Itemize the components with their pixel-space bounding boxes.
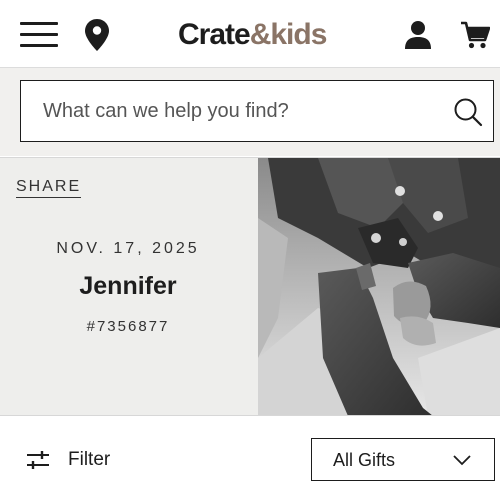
search-icon[interactable] — [453, 97, 483, 127]
filter-label: Filter — [68, 449, 111, 470]
site-logo[interactable]: Crate&kids — [178, 17, 328, 53]
hamburger-menu-icon[interactable] — [20, 22, 58, 48]
filter-button[interactable]: Filter — [26, 446, 110, 474]
user-icon[interactable] — [404, 20, 432, 50]
registry-photo — [258, 158, 500, 416]
registry-banner: SHARE NOV. 17, 2025 Jennifer #7356877 — [0, 157, 500, 416]
shopping-cart-icon[interactable] — [460, 20, 490, 50]
select-value: All Gifts — [333, 450, 396, 470]
filter-bar: Filter All Gifts — [0, 415, 500, 500]
registrant-name: Jennifer — [79, 272, 177, 300]
sliders-icon — [27, 451, 49, 469]
registry-number: #7356877 — [86, 318, 170, 335]
chevron-down-icon — [453, 455, 471, 466]
search-box — [20, 80, 494, 142]
gift-category-select[interactable]: All Gifts — [311, 438, 495, 481]
search-section — [0, 68, 500, 156]
map-pin-icon[interactable] — [84, 18, 110, 52]
search-input[interactable] — [21, 81, 441, 141]
site-header: Crate&kids — [0, 0, 500, 68]
logo-text-crate: Crate — [178, 18, 251, 51]
registry-date: NOV. 17, 2025 — [56, 240, 200, 257]
share-link[interactable]: SHARE — [16, 178, 82, 198]
logo-text-kids: &kids — [249, 18, 328, 51]
